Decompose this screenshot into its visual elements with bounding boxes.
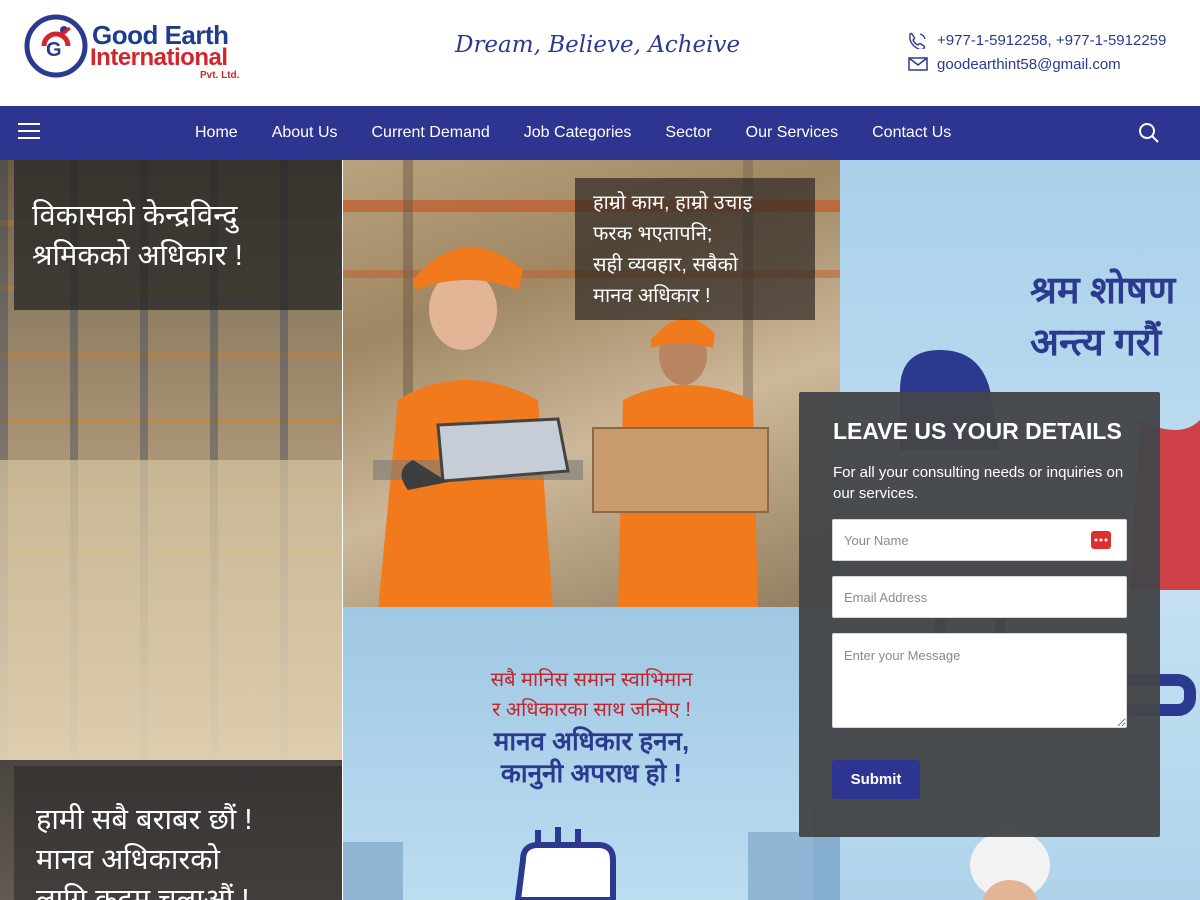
lead-form: LEAVE US YOUR DETAILS For all your consu… (799, 392, 1160, 837)
nav-item-contact-us[interactable]: Contact Us (855, 124, 968, 142)
search-icon[interactable] (1137, 121, 1161, 145)
mail-icon (908, 57, 928, 71)
password-manager-icon[interactable] (1091, 531, 1111, 549)
poster-line: कानुनी अपराध हो ! (500, 758, 683, 788)
logo[interactable]: G Good Earth International Pvt. Ltd. (24, 12, 254, 86)
caption-line: मानव अधिकारको (36, 844, 221, 876)
caption-line: विकासको केन्द्रविन्दु (32, 200, 238, 232)
submit-button[interactable]: Submit (832, 760, 920, 799)
form-title: LEAVE US YOUR DETAILS (833, 418, 1122, 444)
caption-line: श्रमिकको अधिकार ! (32, 240, 243, 272)
phone-numbers: +977-1-5912258, +977-1-5912259 (937, 31, 1167, 49)
message-field[interactable] (832, 633, 1127, 728)
warehouse-floor (0, 460, 342, 760)
contact-info: +977-1-5912258, +977-1-5912259 goodearth… (907, 28, 1187, 76)
raised-fist-icon (514, 827, 616, 900)
logo-suffix: Pvt. Ltd. (200, 70, 240, 81)
poster-line: र अधिकारका साथ जन्मिए ! (492, 699, 691, 721)
caption-line: लागि कदम चलाऔं ! (36, 884, 250, 900)
logo-emblem-icon: G (24, 14, 88, 78)
contact-email-row[interactable]: goodearthint58@gmail.com (907, 52, 1187, 76)
nav-item-our-services[interactable]: Our Services (729, 124, 855, 142)
main-nav: Home About Us Current Demand Job Categor… (0, 106, 1200, 160)
caption-line: सही व्यवहार, सबैको (593, 254, 739, 276)
nav-item-job-categories[interactable]: Job Categories (507, 124, 649, 142)
poster-red-text: सबै मानिस समान स्वाभिमान र अधिकारका साथ … (343, 665, 840, 725)
nav-item-home[interactable]: Home (178, 124, 255, 142)
nav-item-sector[interactable]: Sector (648, 124, 728, 142)
site-header: G Good Earth International Pvt. Ltd. Dre… (0, 0, 1200, 106)
contact-phone-row[interactable]: +977-1-5912258, +977-1-5912259 (907, 28, 1187, 52)
nav-item-current-demand[interactable]: Current Demand (355, 124, 507, 142)
svg-text:G: G (46, 39, 62, 61)
poster-line: मानव अधिकार हनन, (493, 726, 690, 756)
caption-line: हामी सबै बराबर छौं ! (36, 804, 253, 836)
poster-blue-text: मानव अधिकार हनन, कानुनी अपराध हो ! (343, 725, 840, 789)
human-rights-poster: सबै मानिस समान स्वाभिमान र अधिकारका साथ … (343, 607, 840, 900)
nav-menu: Home About Us Current Demand Job Categor… (178, 106, 968, 160)
phone-icon (909, 32, 926, 49)
caption-line: हाम्रो काम, हाम्रो उचाइ (593, 192, 753, 214)
caption-center-top: हाम्रो काम, हाम्रो उचाइ फरक भएतापनि; सही… (575, 178, 815, 320)
hamburger-menu-icon[interactable] (18, 123, 42, 143)
nav-item-about-us[interactable]: About Us (255, 124, 355, 142)
name-field[interactable] (832, 519, 1127, 561)
form-description: For all your consulting needs or inquiri… (833, 464, 1124, 502)
email-field[interactable] (832, 576, 1127, 618)
caption-line: फरक भएतापनि; (593, 223, 713, 245)
email-address: goodearthint58@gmail.com (937, 55, 1121, 73)
tagline: Dream, Believe, Acheive (455, 32, 741, 58)
poster-line: सबै मानिस समान स्वाभिमान (490, 669, 693, 691)
caption-line: मानव अधिकार ! (593, 285, 711, 307)
caption-left-bottom: हामी सबै बराबर छौं ! मानव अधिकारको लागि … (14, 766, 342, 900)
logo-name-line2: International (90, 44, 228, 71)
caption-left-top: विकासको केन्द्रविन्दु श्रमिकको अधिकार ! (14, 160, 342, 310)
